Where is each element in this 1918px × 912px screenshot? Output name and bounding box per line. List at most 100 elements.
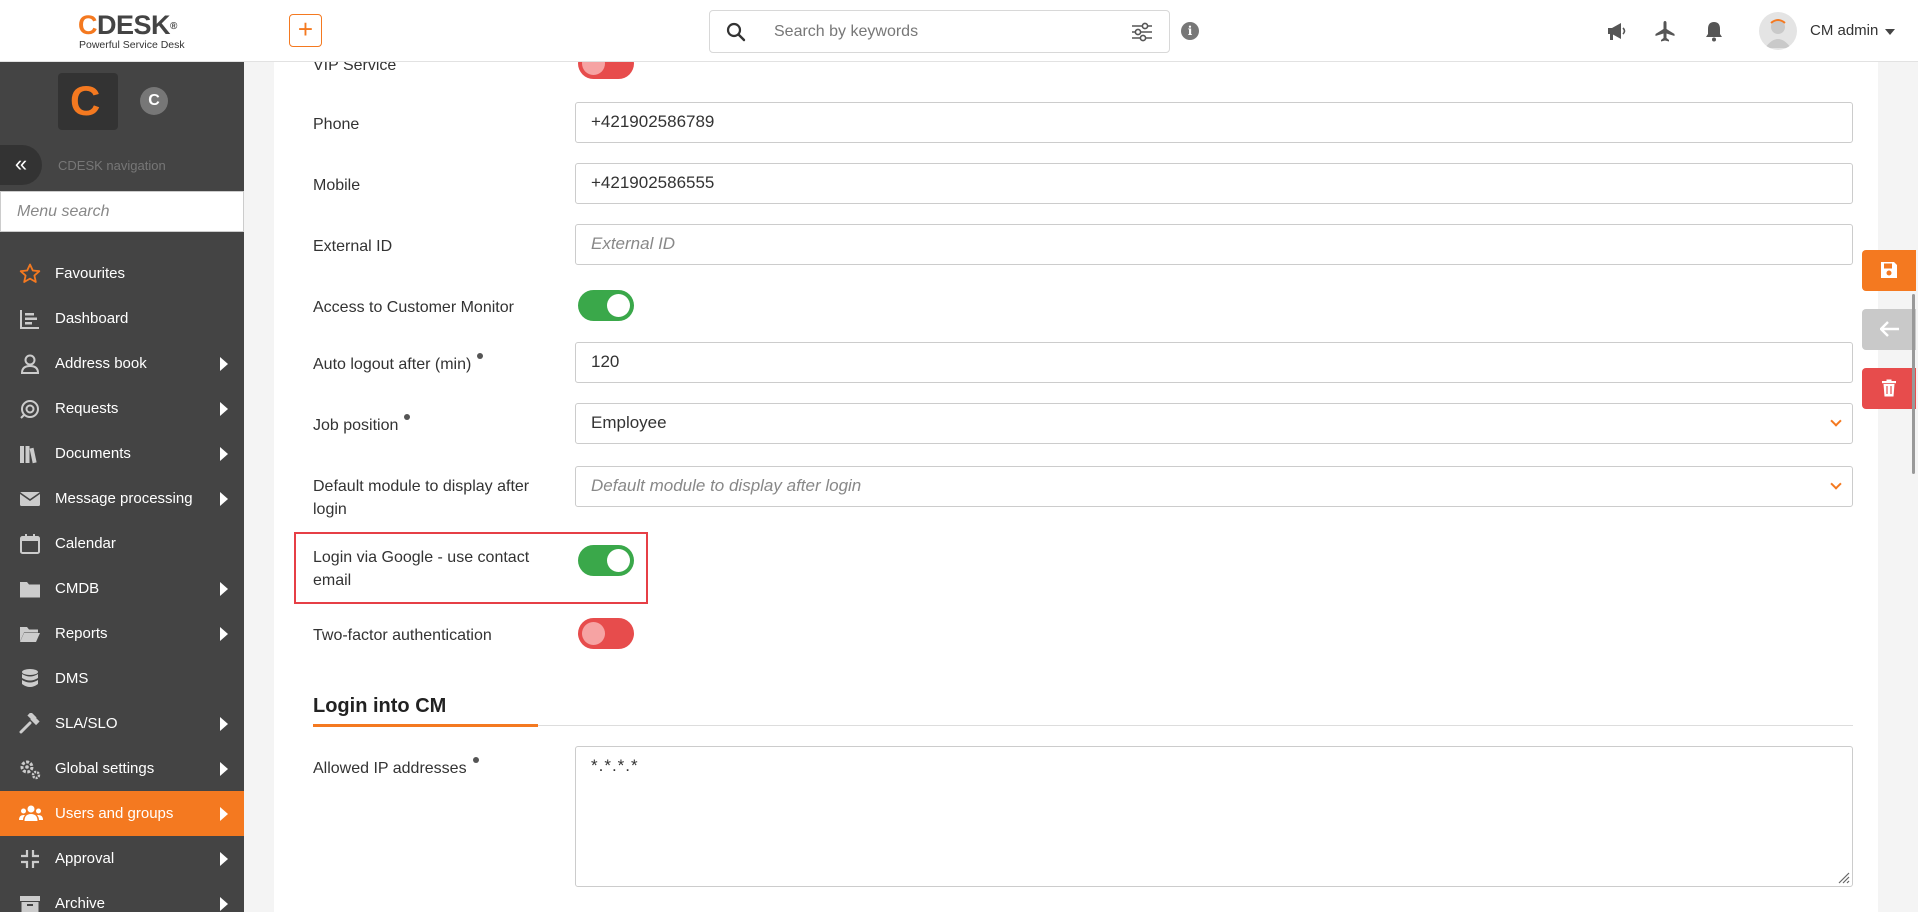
sidebar-item-label: Archive [55,895,106,912]
google-login-toggle[interactable] [578,545,634,576]
section-divider [313,725,1853,726]
phone-label: Phone [313,116,360,133]
section-title-login-into-cm: Login into CM [313,695,447,717]
resize-grip-icon[interactable] [1836,870,1850,884]
job-position-value: Employee [591,413,667,432]
job-position-label: Job position [313,414,411,437]
expand-arrow-icon [220,897,228,911]
google-login-label: Login via Google - use contact email [313,549,530,589]
user-name[interactable]: CM admin [1810,22,1878,39]
folder-open-icon [19,623,41,645]
bell-icon[interactable] [1703,20,1725,47]
save-button[interactable] [1862,250,1916,291]
collapse-sidebar-button[interactable]: « [0,145,42,185]
sidebar-item-archive[interactable]: Archive [0,881,244,912]
sidebar-item-reports[interactable]: Reports [0,611,244,656]
default-module-select[interactable]: Default module to display after login [575,466,1853,507]
sidebar-item-users-and-groups[interactable]: Users and groups [0,791,244,836]
chart-icon [19,308,41,330]
megaphone-icon[interactable] [1606,20,1628,47]
sidebar-item-label: Address book [55,355,147,372]
default-module-placeholder: Default module to display after login [591,476,862,495]
database-icon [19,668,41,690]
sidebar-item-requests[interactable]: Requests [0,386,244,431]
sidebar-item-address-book[interactable]: Address book [0,341,244,386]
sidebar-item-label: Documents [55,445,131,462]
required-dot-icon [477,353,484,359]
sidebar-item-calendar[interactable]: Calendar [0,521,244,566]
sidebar-item-label: Requests [55,400,119,417]
menu-search-input[interactable] [1,192,243,231]
nav-label: CDESK navigation [58,158,166,173]
sidebar-item-label: Reports [55,625,108,642]
mobile-value: +421902586555 [591,173,715,192]
expand-arrow-icon [220,492,228,506]
sidebar-item-label: Message processing [55,490,193,507]
top-header: CDESK® Powerful Service Desk + i CM admi… [0,0,1918,62]
sidebar-item-dms[interactable]: DMS [0,656,244,701]
search-icon[interactable] [726,22,746,47]
info-icon[interactable]: i [1181,22,1199,40]
expand-arrow-icon [220,402,228,416]
sidebar-item-global-settings[interactable]: Global settings [0,746,244,791]
page-scrollbar[interactable] [1912,294,1915,474]
mobile-field[interactable]: +421902586555 [575,163,1853,204]
calendar-icon [19,533,41,555]
logo-wordmark: CDESK® [78,10,177,40]
sidebar-item-label: Approval [55,850,115,867]
user-menu-caret-icon[interactable] [1885,29,1895,35]
customer-monitor-label: Access to Customer Monitor [313,299,514,316]
allowed-ip-textarea[interactable]: *.*.*.* [575,746,1853,887]
sidebar-logo[interactable]: C [58,73,118,130]
auto-logout-field[interactable]: 120 [575,342,1853,383]
toggle-knob [607,549,630,572]
logo-tagline: Powerful Service Desk [79,39,185,51]
expand-arrow-icon [220,717,228,731]
gears-icon [19,758,41,780]
contact-edit-form: VIP Service Phone +421902586789 Mobile +… [274,48,1878,912]
cdesk-logo[interactable]: CDESK® Powerful Service Desk [78,12,208,54]
sidebar-item-dashboard[interactable]: Dashboard [0,296,244,341]
chevron-down-icon [1830,415,1842,427]
expand-arrow-icon [220,447,228,461]
sidebar-item-sla-slo[interactable]: SLA/SLO [0,701,244,746]
users-icon [19,803,43,825]
sidebar-item-label: Favourites [55,265,126,282]
sidebar-item-message-processing[interactable]: Message processing [0,476,244,521]
job-position-select[interactable]: Employee [575,403,1853,444]
mobile-label: Mobile [313,177,361,194]
sidebar-item-label: SLA/SLO [55,715,118,732]
required-dot-icon [404,414,411,420]
gavel-icon [19,711,41,735]
envelope-icon [19,488,41,510]
filter-sliders-icon[interactable] [1131,22,1153,47]
external-id-field[interactable]: External ID [575,224,1853,265]
sidebar-item-label: Users and groups [55,805,174,822]
sidebar-item-documents[interactable]: Documents [0,431,244,476]
secondary-app-icon[interactable]: C [140,87,168,115]
sidebar-item-label: Global settings [55,760,155,777]
expand-arrow-icon [220,627,228,641]
delete-button[interactable] [1862,368,1916,409]
expand-arrow-icon [220,762,228,776]
external-id-placeholder: External ID [591,234,676,253]
back-button[interactable] [1862,309,1916,350]
external-id-label: External ID [313,238,393,255]
folder-icon [19,578,41,600]
search-input[interactable] [774,21,1094,43]
add-button[interactable]: + [289,14,322,47]
phone-field[interactable]: +421902586789 [575,102,1853,143]
two-factor-toggle[interactable] [578,618,634,649]
menu-search [0,191,244,232]
toggle-knob [582,622,605,645]
customer-monitor-toggle[interactable] [578,290,634,321]
expand-arrow-icon [220,852,228,866]
star-icon [19,263,41,285]
sidebar-item-cmdb[interactable]: CMDB [0,566,244,611]
plane-icon[interactable] [1654,20,1676,47]
sidebar-item-approval[interactable]: Approval [0,836,244,881]
sidebar-item-label: Calendar [55,535,116,552]
user-avatar[interactable] [1759,12,1797,50]
two-factor-label: Two-factor authentication [313,627,492,644]
sidebar-item-favourites[interactable]: Favourites [0,251,244,296]
